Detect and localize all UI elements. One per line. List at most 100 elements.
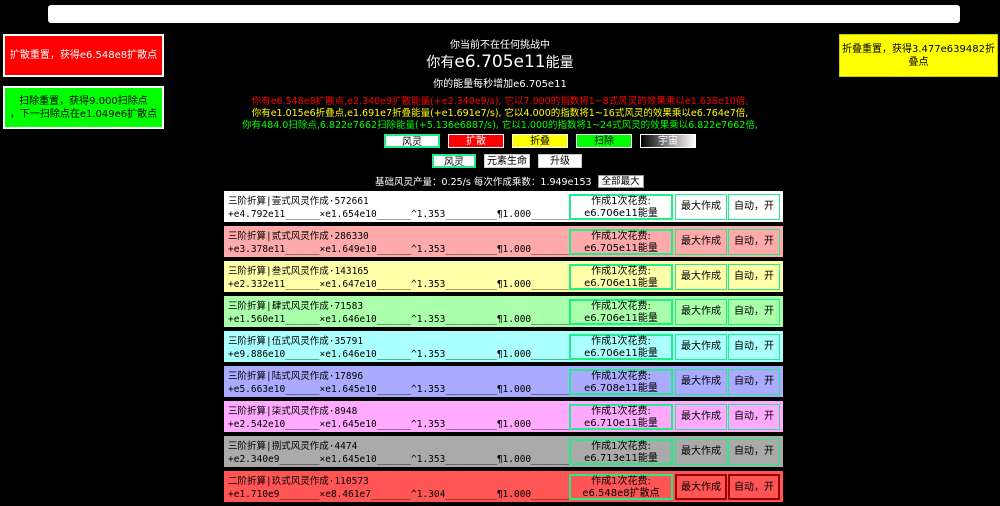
max-buy-button[interactable]: 最大作成: [675, 264, 727, 290]
sweep-info: 你有484.0扫除点,6.822e7662扫除能量(+5.136e6887/s)…: [242, 120, 758, 131]
generator-row: 三阶折算|壹式风灵作成·572661 +e4.792e11______×e1.65…: [224, 191, 783, 222]
auto-toggle[interactable]: 自动，开: [728, 369, 780, 395]
base-production-text: 基础风灵产量：0.25/s 每次作成乘数：1.949e153: [375, 174, 592, 188]
buy-button[interactable]: 作成1次花费: e6.706e11能量: [569, 194, 673, 220]
generator-title: 三阶折算|肆式风灵作成·71583: [228, 301, 364, 312]
generator-stats: +e9.886e10______×e1.646e10______^1.353__…: [228, 349, 583, 360]
buy-button[interactable]: 作成1次花费: e6.706e11能量: [569, 264, 673, 290]
buy-cost-value: e6.713e11能量: [584, 453, 658, 464]
buy-cost-value: e6.706e11能量: [584, 208, 658, 219]
max-buy-button[interactable]: 最大作成: [675, 369, 727, 395]
generator-title: 二阶折算|玖式风灵作成·110573: [228, 476, 369, 487]
top-scrollbar[interactable]: [48, 5, 960, 23]
generator-stats: +e4.792e11______×e1.654e10______^1.353__…: [228, 209, 583, 220]
generator-row: 三阶折算|陆式风灵作成·17896 +e5.663e10______×e1.645…: [224, 366, 783, 397]
sub-tabs: 风灵 元素生命 升级: [432, 154, 582, 168]
generator-row: 三阶折算|叁式风灵作成·143165 +e2.332e11______×e1.64…: [224, 261, 783, 292]
max-buy-button[interactable]: 最大作成: [675, 439, 727, 465]
buy-cost-value: e6.705e11能量: [584, 243, 658, 254]
tab-fold[interactable]: 折叠: [512, 134, 568, 148]
max-buy-button[interactable]: 最大作成: [675, 299, 727, 325]
tab-diffuse[interactable]: 扩散: [448, 134, 504, 148]
energy-display: 你有e6.705e11能量: [0, 52, 1000, 72]
subtab-element-life[interactable]: 元素生命: [484, 154, 530, 168]
buy-button[interactable]: 作成1次花费: e6.710e11能量: [569, 404, 673, 430]
auto-toggle[interactable]: 自动，开: [728, 474, 780, 500]
generator-label: 三阶折算|伍式风灵作成·35791 +e9.886e10______×e1.646…: [228, 335, 583, 361]
generator-stats: +e2.332e11______×e1.647e10______^1.353__…: [228, 279, 583, 290]
generator-row: 三阶折算|捌式风灵作成·4474 +e2.340e9_______×e1.645e…: [224, 436, 783, 467]
mult-value: 1.949e153: [540, 177, 592, 188]
buy-cost-label: 作成1次花费:: [591, 476, 651, 487]
buy-cost-label: 作成1次花费:: [591, 371, 651, 382]
generator-stats: +e1.710e9_______×e8.461e7_______^1.304__…: [228, 489, 583, 500]
generator-title: 三阶折算|捌式风灵作成·4474: [228, 441, 358, 452]
generator-title: 三阶折算|叁式风灵作成·143165: [228, 266, 369, 277]
energy-suffix: 能量: [545, 55, 574, 71]
base-prefix: 基础风灵产量：: [375, 177, 442, 188]
generator-label: 二阶折算|玖式风灵作成·110573 +e1.710e9_______×e8.46…: [228, 475, 583, 501]
buy-cost-value: e6.710e11能量: [584, 418, 658, 429]
auto-toggle[interactable]: 自动，开: [728, 404, 780, 430]
subtab-wind[interactable]: 风灵: [432, 154, 476, 168]
generator-row: 三阶折算|贰式风灵作成·286330 +e3.378e11______×e1.64…: [224, 226, 783, 257]
generator-stats: +e1.560e11______×e1.646e10______^1.353__…: [228, 314, 583, 325]
generator-row: 三阶折算|伍式风灵作成·35791 +e9.886e10______×e1.646…: [224, 331, 783, 362]
fold-info: 你有e1.015e6折叠点,e1.691e7折叠能量(+e1.691e7/s),…: [251, 108, 749, 119]
generator-label: 三阶折算|壹式风灵作成·572661 +e4.792e11______×e1.65…: [228, 195, 583, 221]
max-buy-button[interactable]: 最大作成: [675, 334, 727, 360]
auto-toggle[interactable]: 自动，开: [728, 334, 780, 360]
generator-title: 三阶折算|壹式风灵作成·572661: [228, 196, 369, 207]
generator-title: 三阶折算|贰式风灵作成·286330: [228, 231, 369, 242]
energy-rate: 你的能量每秒增加e6.705e11: [433, 79, 567, 90]
generator-stats: +e3.378e11______×e1.649e10______^1.353__…: [228, 244, 583, 255]
buy-cost-value: e6.706e11能量: [584, 313, 658, 324]
generator-stats: +e2.542e10______×e1.645e10______^1.353__…: [228, 419, 583, 430]
buy-cost-value: e6.708e11能量: [584, 383, 658, 394]
generator-label: 三阶折算|捌式风灵作成·4474 +e2.340e9_______×e1.645e…: [228, 440, 583, 466]
buy-cost-label: 作成1次花费:: [591, 441, 651, 452]
buy-button[interactable]: 作成1次花费: e6.713e11能量: [569, 439, 673, 465]
buy-cost-label: 作成1次花费:: [591, 231, 651, 242]
base-production: 基础风灵产量：0.25/s 每次作成乘数：1.949e153 全部最大: [375, 174, 644, 188]
max-buy-button[interactable]: 最大作成: [675, 229, 727, 255]
tab-sweep[interactable]: 扫除: [576, 134, 632, 148]
buy-button[interactable]: 作成1次花费: e6.706e11能量: [569, 334, 673, 360]
auto-toggle[interactable]: 自动，开: [728, 229, 780, 255]
generator-label: 三阶折算|肆式风灵作成·71583 +e1.560e11______×e1.646…: [228, 300, 583, 326]
auto-toggle[interactable]: 自动，开: [728, 299, 780, 325]
generator-row: 三阶折算|肆式风灵作成·71583 +e1.560e11______×e1.646…: [224, 296, 783, 327]
buy-button[interactable]: 作成1次花费: e6.705e11能量: [569, 229, 673, 255]
buy-cost-label: 作成1次花费:: [591, 336, 651, 347]
buy-cost-label: 作成1次花费:: [591, 196, 651, 207]
generator-title: 三阶折算|伍式风灵作成·35791: [228, 336, 364, 347]
challenge-status: 你当前不在任何挑战中: [450, 40, 550, 51]
auto-toggle[interactable]: 自动，开: [728, 194, 780, 220]
buy-cost-label: 作成1次花费:: [591, 406, 651, 417]
generator-row: 二阶折算|玖式风灵作成·110573 +e1.710e9_______×e8.46…: [224, 471, 783, 502]
buy-button[interactable]: 作成1次花费: e6.548e8扩散点: [569, 474, 673, 500]
base-value: 0.25/s: [441, 177, 471, 188]
generator-title: 三阶折算|陆式风灵作成·17896: [228, 371, 364, 382]
mult-prefix: 每次作成乘数：: [473, 177, 541, 188]
max-buy-button[interactable]: 最大作成: [675, 474, 727, 500]
tab-other[interactable]: 宇宙: [640, 134, 696, 148]
max-buy-button[interactable]: 最大作成: [675, 194, 727, 220]
subtab-upgrade[interactable]: 升级: [538, 154, 582, 168]
generator-row: 三阶折算|柒式风灵作成·8948 +e2.542e10______×e1.645e…: [224, 401, 783, 432]
tab-wind[interactable]: 风灵: [384, 134, 440, 148]
generator-stats: +e2.340e9_______×e1.645e10______^1.353__…: [228, 454, 583, 465]
auto-toggle[interactable]: 自动，开: [728, 439, 780, 465]
diffuse-info: 你有e6.548e8扩散点,e2.340e9扩散能量(+e2.340e9/s),…: [251, 96, 749, 107]
buy-button[interactable]: 作成1次花费: e6.708e11能量: [569, 369, 673, 395]
max-buy-button[interactable]: 最大作成: [675, 404, 727, 430]
main-tabs: 风灵 扩散 折叠 扫除 宇宙: [384, 134, 696, 148]
buy-cost-label: 作成1次花费:: [591, 301, 651, 312]
energy-prefix: 你有: [426, 55, 455, 71]
generator-list: 三阶折算|壹式风灵作成·572661 +e4.792e11______×e1.65…: [224, 191, 783, 506]
buy-button[interactable]: 作成1次花费: e6.706e11能量: [569, 299, 673, 325]
max-all-button[interactable]: 全部最大: [597, 174, 644, 188]
auto-toggle[interactable]: 自动，开: [728, 264, 780, 290]
generator-stats: +e5.663e10______×e1.645e10______^1.353__…: [228, 384, 583, 395]
buy-cost-value: e6.706e11能量: [584, 348, 658, 359]
